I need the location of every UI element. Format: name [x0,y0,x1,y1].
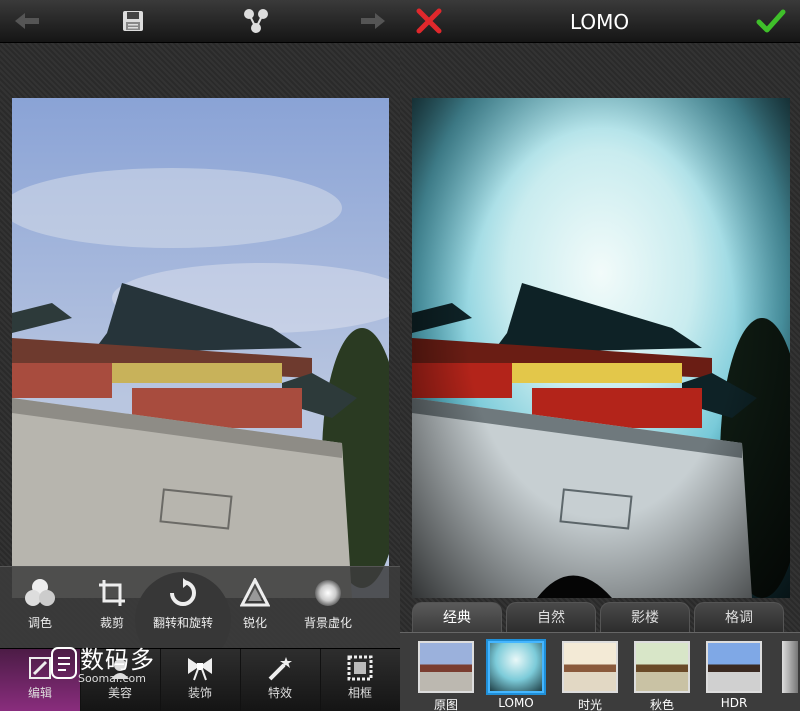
undo-arrow-icon[interactable] [12,6,42,36]
filter-label: 原图 [433,698,458,711]
filter-thumbnail [418,641,474,693]
filter-label: LOMO [498,696,534,710]
tool-crop[interactable]: 裁剪 [72,578,152,631]
tab-style[interactable]: 格调 [694,602,784,633]
filter-autumn[interactable]: 秋色 [632,641,692,711]
tool-color-adjust[interactable]: 调色 [0,578,80,631]
filter-hdr[interactable]: HDR [704,641,764,710]
nav-effects[interactable]: 特效 [240,649,321,711]
tool-background-blur[interactable]: 背景虚化 [288,578,368,631]
filter-thumbnail [634,641,690,693]
filter-thumbnail [488,641,544,693]
save-floppy-icon[interactable] [118,6,148,36]
filter-thumbnail [562,641,618,693]
tab-natural[interactable]: 自然 [506,602,596,633]
editor-right-panel: LOMO 经典 自然 影楼 格调 原图 LOMO 时光 秋色 HDR [400,0,800,711]
nav-label: 相框 [347,686,372,700]
filter-next-peek[interactable] [782,641,798,693]
filter-original[interactable]: 原图 [416,641,476,711]
vignette-overlay [412,98,790,598]
watermark-subtitle: Soomal.com [78,672,146,685]
tool-label: 锐化 [242,616,267,630]
filter-category-tabs: 经典 自然 影楼 格调 [400,600,800,633]
right-toolbar: LOMO [400,0,800,43]
editor-left-panel: 调色 裁剪 翻转和旋转 锐化 背景虚化 编辑 美容 装饰 特效 相框 数码多 S… [0,0,400,711]
share-icon[interactable] [241,6,271,36]
tool-label: 调色 [27,616,52,630]
tool-sharpen[interactable]: 锐化 [215,578,295,631]
filter-strip: 原图 LOMO 时光 秋色 HDR [400,632,800,711]
watermark: 数码多 Soomal.com [50,640,180,690]
magic-wand-icon [268,657,292,681]
nav-label: 特效 [267,686,292,700]
original-photo [12,98,389,598]
nav-frame[interactable]: 相框 [320,649,400,711]
filter-label: 秋色 [649,698,674,711]
frame-icon [347,655,373,681]
watermark-logo-icon [51,647,77,679]
filter-lomo[interactable]: LOMO [486,641,546,710]
crop-icon [99,580,125,606]
confirm-check-icon[interactable] [756,6,786,36]
original-photo-scene [12,98,389,598]
filter-label: HDR [720,696,748,710]
color-circles-icon [25,579,55,606]
cancel-x-icon[interactable] [414,6,444,36]
tool-label: 背景虚化 [303,616,352,630]
left-toolbar [0,0,400,43]
tool-label: 裁剪 [99,616,124,630]
redo-arrow-icon[interactable] [358,6,388,36]
bow-icon [188,658,212,681]
tool-flip-rotate[interactable]: 翻转和旋转 [143,578,223,631]
lomo-preview-photo [412,98,790,598]
tool-label: 翻转和旋转 [152,616,213,630]
blur-circle-icon [315,580,341,606]
watermark-title: 数码多 [80,646,155,674]
sharpen-triangle-icon [240,578,270,607]
filter-time[interactable]: 时光 [560,641,620,711]
tab-classic[interactable]: 经典 [412,602,502,633]
filter-label: 时光 [577,698,602,711]
effect-title: LOMO [570,10,630,34]
tab-studio[interactable]: 影楼 [600,602,690,633]
rotate-icon [170,578,196,606]
filter-thumbnail [706,641,762,693]
